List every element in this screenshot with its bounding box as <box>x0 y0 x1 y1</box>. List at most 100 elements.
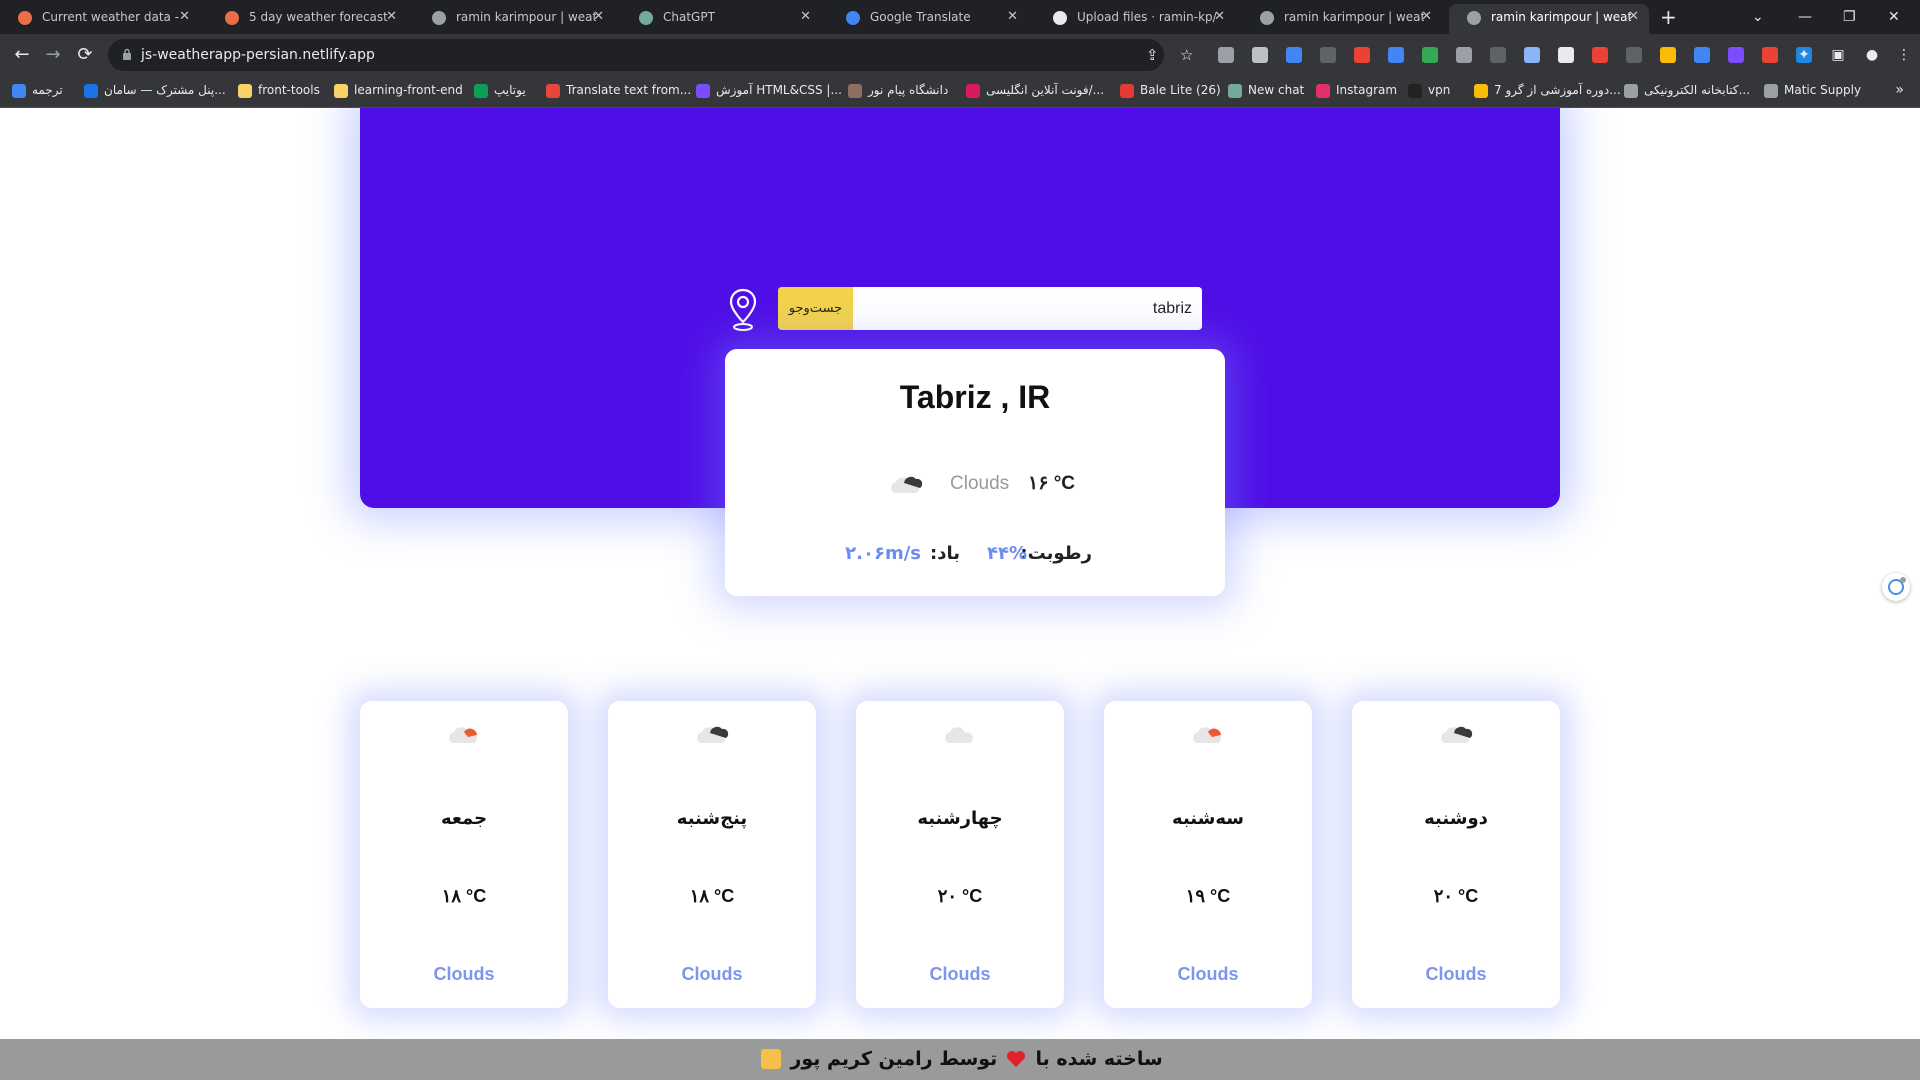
tab-title: ramin karimpour | weathe <box>1284 10 1424 24</box>
bookmark-item[interactable]: New chat <box>1228 76 1304 104</box>
bookmark-star-icon[interactable]: ☆ <box>1180 39 1193 71</box>
city-search-input[interactable] <box>853 287 1202 330</box>
tab-close-icon[interactable]: ✕ <box>1214 4 1225 30</box>
browser-extension-icon[interactable] <box>1252 47 1268 63</box>
new-tab-button[interactable]: + <box>1660 4 1677 30</box>
bookmark-item[interactable]: ترجمه <box>12 76 63 104</box>
tab-close-icon[interactable]: ✕ <box>1628 4 1639 30</box>
browser-tab[interactable]: Google Translate ✕ <box>828 4 1028 34</box>
bookmark-item[interactable]: یوتایپ <box>474 76 526 104</box>
forecast-card: جمعه ۱۸ °C Clouds <box>360 701 568 1008</box>
footer-author: توسط رامین کریم پور <box>790 1048 998 1070</box>
bookmark-label: دانشگاه پیام نور <box>868 83 949 97</box>
browser-extension-icon[interactable] <box>1558 47 1574 63</box>
tab-close-icon[interactable]: ✕ <box>1007 4 1018 30</box>
browser-extension-icon[interactable] <box>1456 47 1472 63</box>
browser-extension-icon[interactable] <box>1728 47 1744 63</box>
bookmarks-bar: ترجمه پنل مشترک — سامان... front-tools lear… <box>0 76 1920 108</box>
chatgpt-icon <box>639 11 653 25</box>
bookmark-item[interactable]: کتابخانه الکترونیکی... <box>1624 76 1750 104</box>
browser-extension-icon[interactable] <box>1694 47 1710 63</box>
bookmark-label: Translate text from... <box>566 83 692 97</box>
developer-emoji-icon <box>761 1049 782 1069</box>
browser-extension-icon[interactable] <box>1762 47 1778 63</box>
forecast-list: جمعه ۱۸ °C Clouds پنج‌شنبه ۱۸ °C Clouds چهارشن… <box>360 701 1560 1008</box>
browser-extension-icon[interactable] <box>1490 47 1506 63</box>
footer-made-with: ساخته شده با <box>1035 1048 1163 1070</box>
more-bookmarks-icon[interactable]: » <box>1895 76 1904 104</box>
browser-extension-icon[interactable] <box>1592 47 1608 63</box>
reload-icon[interactable]: ⟳ <box>71 41 99 69</box>
browser-extension-icon[interactable] <box>1626 47 1642 63</box>
browser-extension-icon[interactable] <box>1660 47 1676 63</box>
bookmark-label: کتابخانه الکترونیکی... <box>1644 83 1751 97</box>
globe-icon <box>432 11 446 25</box>
browser-tab[interactable]: ramin karimpour | weathe✕ <box>1242 4 1442 34</box>
forecast-temperature: ۲۰ °C <box>1433 886 1479 906</box>
browser-tab[interactable]: ChatGPT ✕ <box>621 4 821 34</box>
browser-extension-icon[interactable] <box>1524 47 1540 63</box>
browser-extension-icon[interactable] <box>1320 47 1336 63</box>
tab-search-icon[interactable]: ⌄ <box>1752 4 1764 30</box>
bookmark-item[interactable]: فونت آنلاین انگلیسی/... <box>966 76 1104 104</box>
bookmark-favicon-icon <box>1316 84 1330 98</box>
browser-tab[interactable]: Upload files · ramin-kp/w ✕ <box>1035 4 1235 34</box>
bookmark-item[interactable]: آموزش HTML&CSS |... <box>696 76 842 104</box>
bookmark-item[interactable]: front-tools <box>238 76 320 104</box>
bookmark-label: vpn <box>1428 83 1451 97</box>
humidity-label: رطوبت: <box>1020 543 1092 564</box>
openweather-icon <box>18 11 32 25</box>
browser-extension-icon[interactable] <box>1218 47 1234 63</box>
tab-title: 5 day weather forecast - C <box>249 10 389 24</box>
browser-extension-icon[interactable] <box>1354 47 1370 63</box>
forecast-description: Clouds <box>681 964 743 984</box>
forecast-day: سه‌شنبه <box>1172 808 1244 829</box>
browser-tab[interactable]: 5 day weather forecast - C✕ <box>207 4 407 34</box>
tab-close-icon[interactable]: ✕ <box>179 4 190 30</box>
browser-extension-icon[interactable] <box>1286 47 1302 63</box>
address-bar[interactable]: js-weatherapp-persian.netlify.app ⇪ ☆ <box>108 39 1193 71</box>
tab-close-icon[interactable]: ✕ <box>1421 4 1432 30</box>
back-icon[interactable]: ← <box>8 41 36 69</box>
bookmark-item[interactable]: vpn <box>1408 76 1450 104</box>
location-pin-icon[interactable] <box>728 288 758 332</box>
search-form: جست‌وجو <box>778 287 1202 330</box>
tab-close-icon[interactable]: ✕ <box>386 4 397 30</box>
bookmark-item[interactable]: learning-front-end <box>334 76 463 104</box>
bookmark-item[interactable]: Translate text from... <box>546 76 691 104</box>
bookmark-favicon-icon <box>12 84 26 98</box>
tab-close-icon[interactable]: ✕ <box>593 4 604 30</box>
current-temperature: ۱۶ °C <box>1028 473 1076 494</box>
globe-icon <box>1467 11 1481 25</box>
browser-extension-icon[interactable] <box>1422 47 1438 63</box>
share-icon[interactable]: ⇪ <box>1146 39 1159 71</box>
wind-value: ۲.۰۶m/s <box>845 543 921 564</box>
bookmark-label: Bale Lite (26) <box>1140 83 1221 97</box>
bookmark-item[interactable]: دانشگاه پیام نور <box>848 76 948 104</box>
tab-close-icon[interactable]: ✕ <box>800 4 811 30</box>
openweather-icon <box>225 11 239 25</box>
bookmark-item[interactable]: Bale Lite (26) <box>1120 76 1221 104</box>
current-description: Clouds <box>950 473 1010 494</box>
side-panel-icon[interactable]: ▣ <box>1824 41 1852 69</box>
forecast-temperature: ۱۹ °C <box>1185 886 1231 906</box>
bookmark-item[interactable]: Matic Supply <box>1764 76 1861 104</box>
search-button[interactable]: جست‌وجو <box>778 287 853 330</box>
close-window-icon[interactable]: ✕ <box>1888 4 1900 30</box>
minimize-icon[interactable]: — <box>1798 4 1812 30</box>
forward-icon[interactable]: → <box>39 41 67 69</box>
browser-tab[interactable]: Current weather data - Op✕ <box>0 4 200 34</box>
forecast-day: پنج‌شنبه <box>676 808 748 829</box>
restore-icon[interactable]: ❐ <box>1843 4 1856 30</box>
browser-menu-icon[interactable]: ⋮ <box>1890 41 1918 69</box>
browser-extension-icon[interactable] <box>1388 47 1404 63</box>
broken-clouds-icon <box>1441 726 1473 743</box>
bookmark-item[interactable]: 7 دوره آموزشی از گرو... <box>1474 76 1621 104</box>
translate-extension-button[interactable] <box>1882 573 1910 601</box>
bookmark-item[interactable]: Instagram <box>1316 76 1397 104</box>
extensions-puzzle-icon[interactable]: ✦ <box>1790 41 1818 69</box>
profile-avatar-icon[interactable]: ● <box>1858 41 1886 69</box>
browser-tab[interactable]: ramin karimpour | weathe✕ <box>414 4 614 34</box>
bookmark-item[interactable]: پنل مشترک — سامان... <box>84 76 226 104</box>
browser-tab[interactable]: ramin karimpour | weathe✕ <box>1449 4 1649 34</box>
